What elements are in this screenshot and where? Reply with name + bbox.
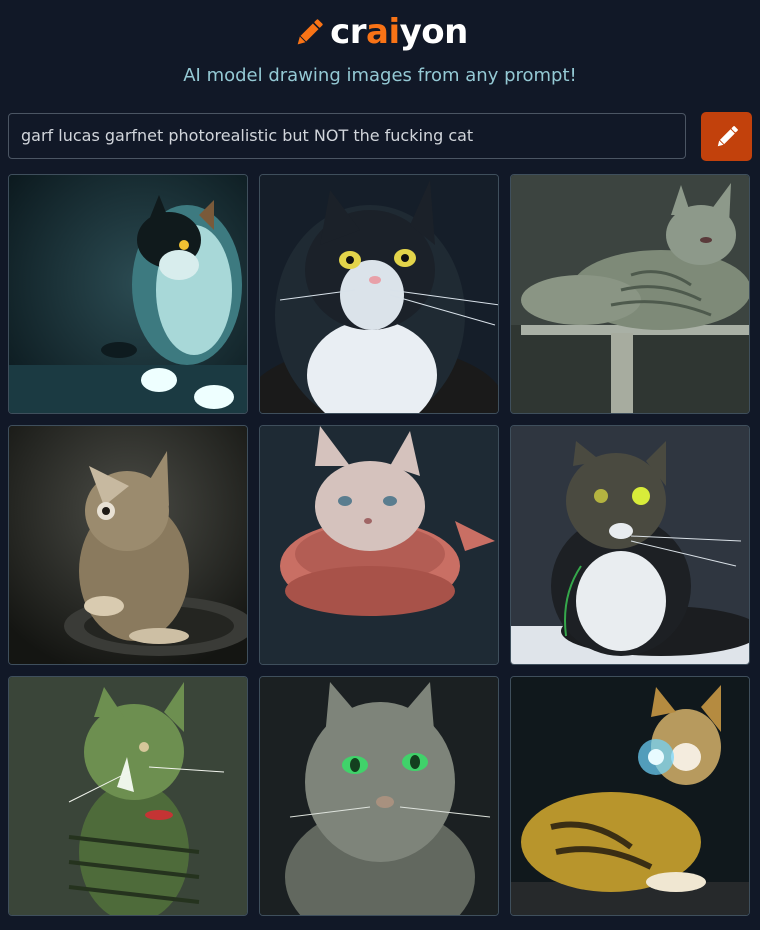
- tagline: AI model drawing images from any prompt!: [183, 65, 577, 86]
- generated-image-8[interactable]: [259, 676, 499, 916]
- pencil-icon: [717, 125, 738, 146]
- generated-image-2[interactable]: [259, 174, 499, 414]
- generated-image-4[interactable]: [8, 425, 248, 665]
- generated-image-6[interactable]: [510, 425, 750, 665]
- prompt-input[interactable]: garf lucas garfnet photorealistic but NO…: [8, 113, 686, 159]
- craiyon-page: craiyon AI model drawing images from any…: [0, 0, 760, 930]
- generated-image-5[interactable]: [259, 425, 499, 665]
- generated-image-1[interactable]: [8, 174, 248, 414]
- generated-image-9[interactable]: [510, 676, 750, 916]
- draw-button[interactable]: [701, 112, 752, 161]
- generated-image-3[interactable]: [510, 174, 750, 414]
- logo-wordmark: craiyon: [330, 12, 468, 52]
- generated-image-7[interactable]: [8, 676, 248, 916]
- pencil-logo-icon: [297, 19, 323, 45]
- logo[interactable]: craiyon: [0, 12, 760, 52]
